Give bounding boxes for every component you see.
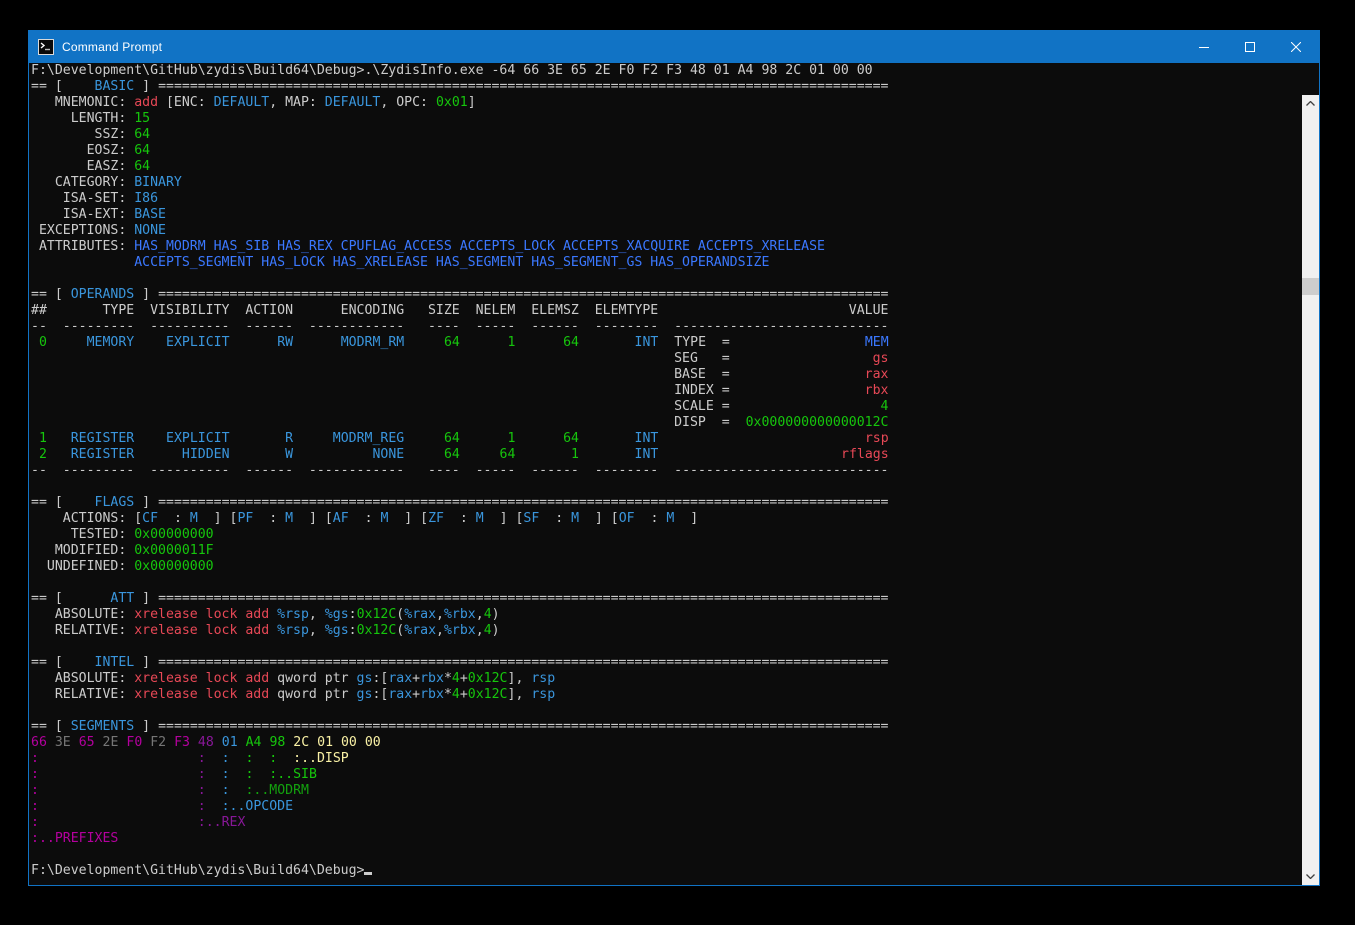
scrollbar-thumb[interactable] — [1302, 278, 1319, 295]
section-header-operands: == [ OPERANDS ] ========================… — [31, 287, 1301, 303]
section-header-flags: == [ FLAGS ] ===========================… — [31, 495, 1301, 511]
title-bar[interactable]: Command Prompt — [29, 31, 1319, 63]
section-header-att: == [ ATT ] =============================… — [31, 591, 1301, 607]
row-easz: EASZ: 64 — [31, 159, 1301, 175]
minimize-button[interactable] — [1181, 31, 1227, 63]
segment-marker-modrm: : : : :..MODRM — [31, 783, 1301, 799]
command-line: F:\Development\GitHub\zydis\Build64\Debu… — [31, 63, 1301, 79]
section-header-intel: == [ INTEL ] ===========================… — [31, 655, 1301, 671]
segment-marker-rex: : :..REX — [31, 815, 1301, 831]
intel-absolute: ABSOLUTE: xrelease lock add qword ptr gs… — [31, 671, 1301, 687]
operand-row-0: 0 MEMORY EXPLICIT RW MODRM_RM 64 1 64 IN… — [31, 335, 1301, 351]
intel-relative: RELATIVE: xrelease lock add qword ptr gs… — [31, 687, 1301, 703]
segment-marker-disp: : : : : : :..DISP — [31, 751, 1301, 767]
operand-row-1: 1 REGISTER EXPLICIT R MODRM_REG 64 1 64 … — [31, 431, 1301, 447]
operands-table-footer: -- --------- ---------- ------ ---------… — [31, 463, 1301, 479]
close-button[interactable] — [1273, 31, 1319, 63]
section-header-basic: == [ BASIC ] ===========================… — [31, 79, 1301, 95]
operand-row-2: 2 REGISTER HIDDEN W NONE 64 64 1 INT rfl… — [31, 447, 1301, 463]
row-ssz: SSZ: 64 — [31, 127, 1301, 143]
console-area: F:\Development\GitHub\zydis\Build64\Debu… — [29, 63, 1319, 885]
row-flags-modified: MODIFIED: 0x0000011F — [31, 543, 1301, 559]
blank — [31, 271, 1301, 287]
operand-0-index: INDEX = rbx — [31, 383, 1301, 399]
prompt-line: F:\Development\GitHub\zydis\Build64\Debu… — [31, 863, 1301, 879]
row-attributes-cont: ACCEPTS_SEGMENT HAS_LOCK HAS_XRELEASE HA… — [31, 255, 1301, 271]
chevron-down-icon — [1306, 874, 1315, 879]
scroll-up-button[interactable] — [1302, 95, 1319, 112]
operand-0-disp: DISP = 0x000000000000012C — [31, 415, 1301, 431]
command-prompt-window: Command Prompt F:\Development\GitHub\zy — [28, 30, 1320, 886]
blank — [31, 639, 1301, 655]
window-controls — [1181, 31, 1319, 63]
row-flags-undefined: UNDEFINED: 0x00000000 — [31, 559, 1301, 575]
maximize-button[interactable] — [1227, 31, 1273, 63]
operands-table-header: ## TYPE VISIBILITY ACTION ENCODING SIZE … — [31, 303, 1301, 319]
cmd-icon[interactable] — [38, 39, 54, 55]
text-cursor — [364, 872, 372, 875]
operand-0-scale: SCALE = 4 — [31, 399, 1301, 415]
segments-bytes: 66 3E 65 2E F0 F2 F3 48 01 A4 98 2C 01 0… — [31, 735, 1301, 751]
row-isa-ext: ISA-EXT: BASE — [31, 207, 1301, 223]
operand-0-seg: SEG = gs — [31, 351, 1301, 367]
row-isa-set: ISA-SET: I86 — [31, 191, 1301, 207]
row-eosz: EOSZ: 64 — [31, 143, 1301, 159]
row-length: LENGTH: 15 — [31, 111, 1301, 127]
blank — [31, 703, 1301, 719]
row-attributes: ATTRIBUTES: HAS_MODRM HAS_SIB HAS_REX CP… — [31, 239, 1301, 255]
section-header-segments: == [ SEGMENTS ] ========================… — [31, 719, 1301, 735]
segment-marker-sib: : : : : :..SIB — [31, 767, 1301, 783]
terminal-output[interactable]: F:\Development\GitHub\zydis\Build64\Debu… — [31, 63, 1301, 885]
scroll-down-button[interactable] — [1302, 868, 1319, 885]
row-mnemonic: MNEMONIC: add [ENC: DEFAULT, MAP: DEFAUL… — [31, 95, 1301, 111]
row-flags-tested: TESTED: 0x00000000 — [31, 527, 1301, 543]
minimize-icon — [1199, 42, 1209, 52]
row-flag-actions: ACTIONS: [CF : M ] [PF : M ] [AF : M ] [… — [31, 511, 1301, 527]
segment-marker-prefixes: :..PREFIXES — [31, 831, 1301, 847]
operand-0-base: BASE = rax — [31, 367, 1301, 383]
blank — [31, 575, 1301, 591]
blank — [31, 479, 1301, 495]
maximize-icon — [1245, 42, 1255, 52]
row-category: CATEGORY: BINARY — [31, 175, 1301, 191]
close-icon — [1291, 42, 1301, 52]
scrollbar-track[interactable] — [1302, 95, 1319, 885]
operands-table-separator: -- --------- ---------- ------ ---------… — [31, 319, 1301, 335]
att-relative: RELATIVE: xrelease lock add %rsp, %gs:0x… — [31, 623, 1301, 639]
segment-marker-opcode: : : :..OPCODE — [31, 799, 1301, 815]
row-exceptions: EXCEPTIONS: NONE — [31, 223, 1301, 239]
att-absolute: ABSOLUTE: xrelease lock add %rsp, %gs:0x… — [31, 607, 1301, 623]
blank — [31, 847, 1301, 863]
window-title: Command Prompt — [62, 40, 162, 54]
chevron-up-icon — [1306, 101, 1315, 106]
